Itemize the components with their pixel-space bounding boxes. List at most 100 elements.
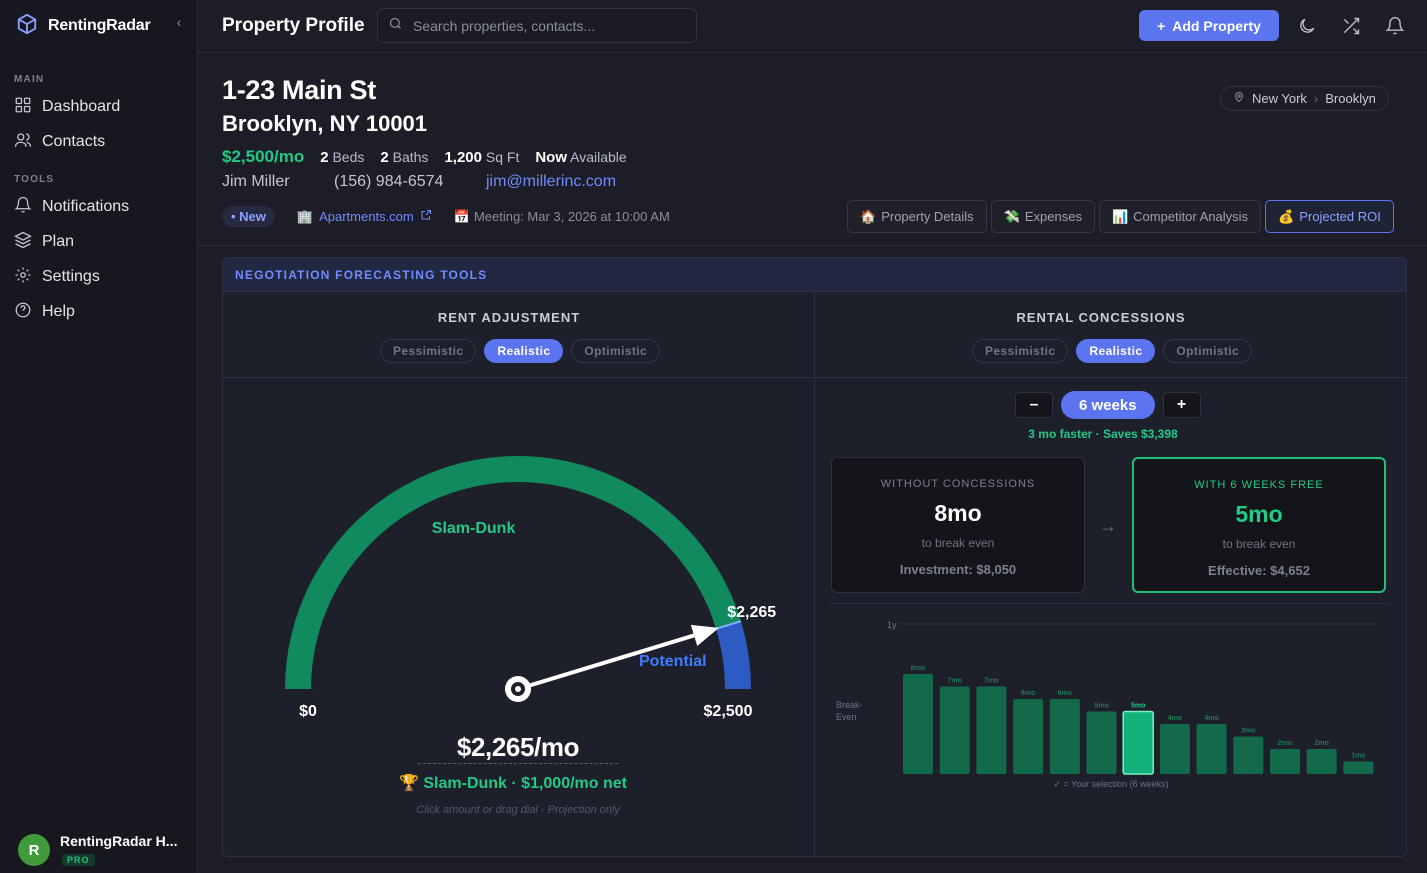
chart-bar[interactable] [903,674,933,774]
rent-gauge[interactable]: Slam-Dunk Potential $2,265 $0 $2,500 [263,444,783,724]
moon-icon[interactable] [1297,16,1317,36]
sidebar: RentingRadar ‹ MAIN Dashboard Contacts T… [0,0,198,873]
brand[interactable]: RentingRadar [16,13,151,38]
chart-bar-label: 5mo [1094,703,1108,710]
search-input[interactable] [413,17,683,34]
chart-bar-label: 6mo [1021,690,1035,697]
gauge-hub[interactable] [505,676,531,702]
property-facts: $2,500/mo 2 Beds 2 Baths 1,200 Sq Ft Now… [222,147,627,167]
chart-bar-label: 7mo [947,678,961,685]
tab-competitor-analysis[interactable]: 📊 Competitor Analysis [1098,200,1262,233]
chart-bar[interactable] [1086,711,1117,775]
location-area[interactable]: Brooklyn [1325,91,1376,106]
chart-y-label: Break- [836,700,863,710]
chart-bar[interactable] [1233,736,1264,775]
sidebar-item-dashboard[interactable]: Dashboard [14,93,184,121]
search-box[interactable] [377,8,697,43]
chart-bar[interactable] [976,686,1007,775]
sidebar-item-settings[interactable]: Settings [14,263,184,291]
user-profile[interactable]: R RentingRadar H... PRO [18,833,177,866]
contact-email[interactable]: jim@millerinc.com [486,173,616,191]
concession-scenario-pessimistic[interactable]: Pessimistic [972,339,1069,363]
bell-icon[interactable] [1385,16,1405,36]
chart-bar[interactable] [939,686,970,775]
sidebar-item-help[interactable]: Help [14,298,184,326]
page-title: Property Profile [222,15,365,36]
shuffle-icon[interactable] [1341,16,1361,36]
sidebar-item-contacts[interactable]: Contacts [14,128,184,156]
status-badge: • New [222,206,275,227]
concession-summary: 3 mo faster · Saves $3,398 [1028,427,1178,441]
chart-caption: ✓ = Your selection (6 weeks) [1053,779,1168,789]
gauge-min-label: $0 [299,703,317,720]
concession-scenario-realistic[interactable]: Realistic [1076,339,1156,363]
location-breadcrumb[interactable]: New York › Brooklyn [1220,86,1389,111]
beds: 2 Beds [320,149,365,166]
concessions-title: RENTAL CONCESSIONS [1016,310,1186,325]
header-divider [198,245,1427,246]
with-concessions-card: WITH 6 WEEKS FREE 5mo to break even Effe… [1132,457,1386,593]
add-property-button[interactable]: + Add Property [1139,10,1279,41]
layers-icon [14,231,32,254]
chart-bar[interactable] [1196,724,1227,774]
sidebar-item-label: Dashboard [42,98,121,115]
building-icon: 🏢 [296,208,314,224]
map-pin-icon [1233,91,1245,106]
search-icon [388,16,403,36]
rent-price: $2,500/mo [222,147,305,166]
sidebar-item-plan[interactable]: Plan [14,228,184,256]
availability: Now Available [535,149,627,166]
sidebar-item-label: Help [42,303,75,320]
listing-source-link[interactable]: 🏢 Apartments.com [297,209,432,225]
tab-property-details[interactable]: 🏠 Property Details [847,200,987,233]
nav-section-tools: TOOLS [14,174,55,185]
chart-bar[interactable] [1306,749,1337,774]
increase-weeks-button[interactable]: + [1162,392,1201,418]
money-bag-icon: 💰 [1278,208,1295,224]
chevron-left-icon[interactable]: ‹ [172,14,186,30]
contact-phone[interactable]: (156) 984-6574 [334,173,443,191]
house-icon: 🏠 [860,208,877,224]
user-name: RentingRadar H... [60,833,178,849]
sidebar-item-notifications[interactable]: Notifications [14,193,184,221]
property-tabs: 🏠 Property Details 💸 Expenses 📊 Competitor … [847,200,1394,233]
address-line-1: 1-23 Main St [222,75,376,105]
concession-scenario-optimistic[interactable]: Optimistic [1163,339,1253,363]
meeting-info: 📅 Meeting: Mar 3, 2026 at 10:00 AM [453,208,670,225]
trophy-icon: 🏆 [399,775,419,792]
location-city[interactable]: New York [1252,91,1307,106]
chart-bar[interactable] [1159,724,1190,774]
gear-icon [14,266,32,289]
row-divider [223,377,1406,378]
rent-value-display[interactable]: $2,265/mo [418,732,618,764]
rent-verdict: 🏆 Slam-Dunk · $1,000/mo net [399,775,627,792]
sidebar-item-label: Settings [42,268,100,285]
chart-bar-label: 8mo [911,665,925,672]
chart-bar-label: 6mo [1058,690,1072,697]
chart-bar[interactable] [1270,749,1300,774]
gauge-hint: Click amount or drag dial · Projection o… [416,804,620,816]
chart-bar-label: 1mo [1351,753,1365,760]
chart-bar[interactable] [1049,699,1080,774]
card-subtitle: to break even [921,536,995,550]
gauge-needle-head[interactable] [690,624,719,646]
plan-badge: PRO [62,854,95,866]
baths: 2 Baths [380,149,429,166]
card-footer: Investment: $8,050 [899,562,1017,577]
chart-bar[interactable] [1122,710,1154,775]
chart-bars: 8mo 7mo 7mo 6mo 6mo 5mo 5mo 4mo 4mo 3mo 2mo 2mo 1mo [903,665,1374,775]
rent-scenario-pessimistic[interactable]: Pessimistic [380,339,477,363]
chart-bar[interactable] [1013,699,1044,774]
card-label: WITH 6 WEEKS FREE [1194,479,1324,491]
panel-title: NEGOTIATION FORECASTING TOOLS [223,258,1406,292]
external-link-icon [420,209,432,224]
property-meta: • New 🏢 Apartments.com 📅 Meeting: Mar 3,… [222,206,670,227]
rent-scenario-optimistic[interactable]: Optimistic [571,339,661,363]
tab-expenses[interactable]: 💸 Expenses [990,200,1095,233]
tab-projected-roi[interactable]: 💰 Projected ROI [1265,200,1394,233]
chart-bar-label: 2mo [1278,740,1292,747]
contact-name: Jim Miller [222,173,290,190]
decrease-weeks-button[interactable]: – [1015,392,1053,418]
rent-scenario-realistic[interactable]: Realistic [484,339,564,363]
chart-bar[interactable] [1343,761,1374,775]
